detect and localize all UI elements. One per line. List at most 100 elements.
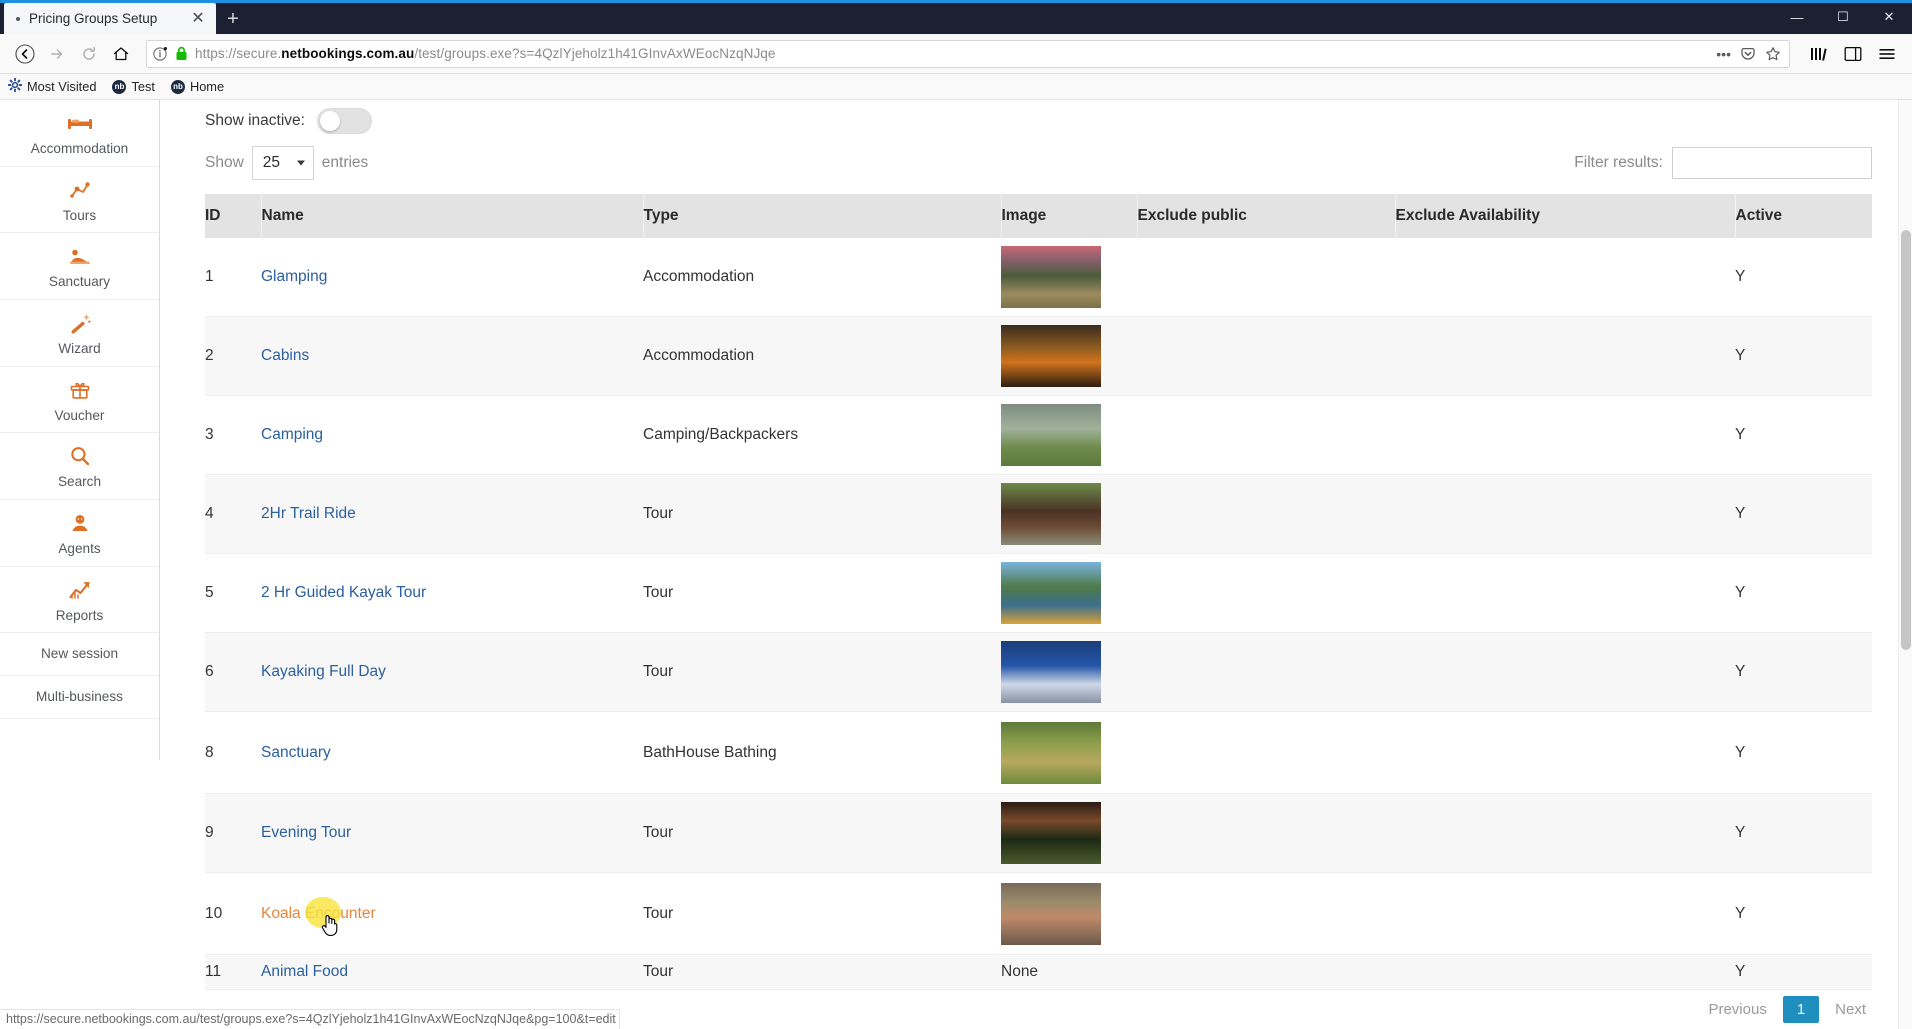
sidebar-item-reports[interactable]: Reports	[0, 567, 159, 634]
cell-exclude-public	[1137, 872, 1395, 955]
cell-name: Koala Encounter	[261, 872, 643, 955]
table-row[interactable]: 6 Kayaking Full Day Tour Y	[205, 632, 1872, 712]
cell-active: Y	[1735, 711, 1872, 794]
column-header-id[interactable]: ID	[205, 194, 262, 238]
sidebar-item-label: Search	[57, 474, 102, 490]
back-icon[interactable]	[10, 39, 40, 69]
page-viewport: Accommodation Tours Sanctuary Wizard Vou…	[0, 100, 1912, 1029]
bookmark-test[interactable]: nb Test	[112, 79, 155, 94]
browser-tab[interactable]: Pricing Groups Setup ✕	[4, 3, 216, 34]
pagination: Previous 1 Next	[1702, 996, 1872, 1023]
lock-icon[interactable]	[175, 46, 188, 61]
cell-exclude-availability	[1395, 238, 1735, 317]
sidebar-item-agents[interactable]: Agents	[0, 500, 159, 567]
new-tab-button[interactable]: +	[216, 4, 250, 34]
row-thumbnail	[1001, 802, 1101, 864]
group-name-link[interactable]: Koala Encounter	[261, 905, 376, 922]
group-name-link[interactable]: Camping	[261, 426, 323, 443]
sidebar-item-accommodation[interactable]: Accommodation	[0, 100, 159, 167]
maximize-icon[interactable]: ☐	[1820, 0, 1866, 34]
cell-exclude-availability	[1395, 632, 1735, 712]
entries-per-page-select[interactable]: 25	[251, 146, 314, 180]
bookmark-most-visited[interactable]: Most Visited	[7, 77, 96, 95]
sidebars-icon[interactable]	[1838, 39, 1868, 69]
cell-image	[1001, 553, 1137, 633]
sidebar-item-new-session[interactable]: New session	[0, 633, 159, 677]
close-icon[interactable]: ✕	[188, 9, 208, 29]
tab-strip: Pricing Groups Setup ✕ + — ☐ ✕	[0, 0, 1912, 34]
bookmark-home[interactable]: nb Home	[170, 79, 224, 94]
pagination-page-1[interactable]: 1	[1782, 996, 1820, 1023]
cell-exclude-public	[1137, 474, 1395, 554]
cell-exclude-availability	[1395, 474, 1735, 554]
row-thumbnail	[1001, 721, 1101, 784]
table-row[interactable]: 8 Sanctuary BathHouse Bathing Y	[205, 711, 1872, 794]
cell-name: Cabins	[261, 316, 643, 396]
group-name-link[interactable]: 2Hr Trail Ride	[261, 505, 356, 522]
reload-icon[interactable]	[74, 39, 104, 69]
sidebar-item-tours[interactable]: Tours	[0, 167, 159, 234]
page-info-icon[interactable]	[153, 46, 168, 61]
pagination-previous[interactable]: Previous	[1702, 998, 1772, 1021]
scrollbar-thumb[interactable]	[1901, 230, 1911, 650]
column-header-name[interactable]: Name	[261, 194, 644, 238]
chart-up-icon	[4, 576, 155, 604]
table-row[interactable]: 1 Glamping Accommodation Y	[205, 238, 1872, 317]
group-name-link[interactable]: Glamping	[261, 268, 327, 285]
cell-type: Camping/Backpackers	[643, 395, 1001, 475]
address-bar[interactable]: https://secure.netbookings.com.au/test/g…	[146, 39, 1790, 68]
group-name-link[interactable]: Cabins	[261, 347, 309, 364]
cell-exclude-public	[1137, 632, 1395, 712]
page-scrollbar[interactable]	[1898, 100, 1912, 1029]
home-icon[interactable]	[106, 39, 136, 69]
cell-active: Y	[1735, 316, 1872, 396]
group-name-link[interactable]: Sanctuary	[261, 744, 331, 761]
group-name-link[interactable]: Kayaking Full Day	[261, 663, 386, 680]
library-icon[interactable]	[1804, 39, 1834, 69]
sidebar-item-wizard[interactable]: Wizard	[0, 300, 159, 367]
sidebar-item-multi-business[interactable]: Multi-business	[0, 676, 159, 719]
pagination-next[interactable]: Next	[1829, 998, 1872, 1021]
table-row[interactable]: 4 2Hr Trail Ride Tour Y	[205, 474, 1872, 554]
column-header-active[interactable]: Active	[1735, 194, 1872, 238]
cell-id: 3	[205, 395, 261, 475]
url-path: /test/groups.exe?s=4QzlYjeholz1h41GInvAx…	[414, 46, 776, 61]
close-window-icon[interactable]: ✕	[1866, 0, 1912, 34]
pocket-icon[interactable]	[1740, 46, 1756, 62]
sidebar-item-sanctuary[interactable]: Sanctuary	[0, 233, 159, 301]
group-name-link[interactable]: 2 Hr Guided Kayak Tour	[261, 584, 426, 601]
bookmark-star-icon[interactable]	[1765, 46, 1781, 62]
sidebar-item-label: Accommodation	[30, 141, 129, 156]
sidebar-item-voucher[interactable]: Voucher	[0, 367, 159, 434]
cell-id: 9	[205, 793, 261, 873]
show-entries-prefix: Show	[205, 154, 244, 171]
page-actions-icon[interactable]: •••	[1716, 46, 1731, 62]
table-row[interactable]: 2 Cabins Accommodation Y	[205, 316, 1872, 396]
app-menu-icon[interactable]	[1872, 39, 1902, 69]
cell-active: Y	[1735, 872, 1872, 955]
filter-results-input[interactable]	[1672, 147, 1872, 179]
table-row[interactable]: 52 Hr Guided Kayak Tour Tour Y	[205, 553, 1872, 633]
cell-exclude-availability	[1395, 316, 1735, 396]
column-header-exclude-availability[interactable]: Exclude Availability	[1395, 194, 1736, 238]
search-icon	[4, 442, 155, 470]
column-header-image[interactable]: Image	[1001, 194, 1138, 238]
show-inactive-toggle[interactable]	[316, 108, 372, 134]
table-row[interactable]: 11 Animal Food Tour None Y	[205, 954, 1872, 990]
group-name-link[interactable]: Animal Food	[261, 963, 348, 980]
status-bar-link: https://secure.netbookings.com.au/test/g…	[0, 1009, 620, 1029]
cell-name: 2Hr Trail Ride	[261, 474, 643, 554]
table-row[interactable]: 10 Koala Encounter Tour Y	[205, 872, 1872, 955]
group-name-link[interactable]: Evening Tour	[261, 824, 351, 841]
cell-id: 1	[205, 238, 261, 317]
tours-icon	[4, 176, 155, 204]
sidebar-item-search[interactable]: Search	[0, 433, 159, 501]
column-header-exclude-public[interactable]: Exclude public	[1137, 194, 1396, 238]
cell-id: 8	[205, 711, 261, 794]
cell-exclude-availability	[1395, 711, 1735, 794]
table-row[interactable]: 9 Evening Tour Tour Y	[205, 793, 1872, 873]
column-header-type[interactable]: Type	[643, 194, 1002, 238]
table-row[interactable]: 3 Camping Camping/Backpackers Y	[205, 395, 1872, 475]
minimize-icon[interactable]: —	[1774, 0, 1820, 34]
table-body: 1 Glamping Accommodation Y 2 Cabins Accommodat…	[205, 238, 1872, 990]
